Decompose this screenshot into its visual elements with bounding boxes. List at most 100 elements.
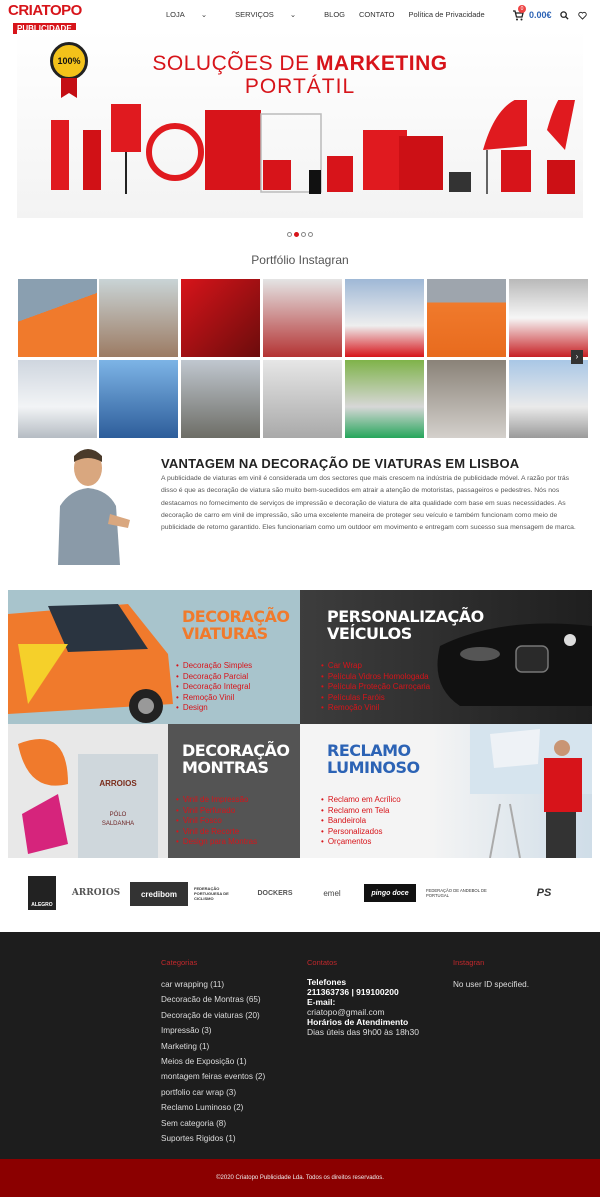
tile-list-item[interactable]: Decoração Integral <box>176 682 252 693</box>
nav-loja[interactable]: LOJA ⌄ <box>166 10 221 22</box>
instagram-post[interactable] <box>427 360 506 438</box>
montras-sign-line2: PÓLO <box>110 811 127 818</box>
service-tile-decoracao-viaturas[interactable]: DECORAÇÃOVIATURAS Decoração Simples Deco… <box>8 590 300 724</box>
instagram-post[interactable] <box>509 279 588 357</box>
tile-list-item[interactable]: Bandeirola <box>321 816 401 827</box>
smiling-man-image <box>58 449 130 565</box>
main-nav: LOJA ⌄ SERVIÇOS ⌄ BLOG CONTATO Política … <box>166 10 499 22</box>
tile-list: Vinil de Impressão Vinil Perfurado Vinil… <box>176 795 257 848</box>
hero-title-line2: PORTÁTIL <box>244 75 356 98</box>
wishlist-heart-icon[interactable] <box>578 11 587 20</box>
instagram-post[interactable] <box>18 360 97 438</box>
instagram-post[interactable] <box>263 279 342 357</box>
footer-contact-block: Telefones 211363736 | 919100200 E-mail: … <box>307 977 419 1037</box>
partner-logo-alegro: ALEGRO <box>28 876 56 910</box>
tile-list-item[interactable]: Remoção Vinil <box>176 693 252 704</box>
hours-label: Horários de Atendimento <box>307 1017 409 1027</box>
instagram-post[interactable] <box>18 279 97 357</box>
tile-list-item[interactable]: Vinil Fosco <box>176 816 257 827</box>
tile-list-item[interactable]: Película Proteção Carroçaria <box>321 682 430 693</box>
montras-sign-line3: SALDANHA <box>102 821 134 827</box>
category-link[interactable]: Decoracão de Montras (65) <box>161 992 265 1007</box>
instagram-post[interactable] <box>345 360 424 438</box>
site-footer: Categorias car wrapping (11) Decoracão d… <box>0 932 600 1159</box>
tile-list-item[interactable]: Design <box>176 703 252 714</box>
category-link[interactable]: Decoração de viaturas (20) <box>161 1008 265 1023</box>
tile-list-item[interactable]: Vinil Perfurado <box>176 806 257 817</box>
slider-dot[interactable] <box>287 232 292 237</box>
category-link[interactable]: Marketing (1) <box>161 1039 265 1054</box>
logo-wordmark: CRIATOPO <box>8 2 82 19</box>
tile-list-item[interactable]: Car Wrap <box>321 661 430 672</box>
instagram-post[interactable] <box>509 360 588 438</box>
tile-title: DECORAÇÃO VIATURAS <box>182 607 290 643</box>
grid-next-arrow[interactable]: › <box>571 350 583 364</box>
instagram-post[interactable] <box>181 279 260 357</box>
vantagem-title: VANTAGEM NA DECORAÇÃO DE VIATURAS EM LIS… <box>161 456 520 471</box>
copyright-bar: ©2020 Criatopo Publicidade Lda. Todos os… <box>0 1159 600 1197</box>
nav-privacidade[interactable]: Política de Privacidade <box>408 10 484 22</box>
page: CRIATOPO PUBLICIDADE LOJA ⌄ SERVIÇOS ⌄ B… <box>0 0 600 1197</box>
tile-list: Decoração Simples Decoração Parcial Deco… <box>176 661 252 714</box>
tile-list-item[interactable]: Película Vidros Homologada <box>321 672 430 683</box>
email-value[interactable]: criatopo@gmail.com <box>307 1007 419 1017</box>
category-link[interactable]: car wrapping (11) <box>161 977 265 992</box>
service-tile-decoracao-montras[interactable]: ARROIOS PÓLO SALDANHA DECORAÇÃOMONTRAS V… <box>8 724 300 858</box>
nav-blog[interactable]: BLOG <box>324 10 345 22</box>
category-link[interactable]: Sem categoria (8) <box>161 1116 265 1131</box>
tile-list-item[interactable]: Design para Montras <box>176 837 257 848</box>
instagram-post[interactable] <box>345 279 424 357</box>
nav-contato[interactable]: CONTATO <box>359 10 394 22</box>
tile-list-item[interactable]: Reclamo em Tela <box>321 806 401 817</box>
footer-contacts: Contatos Telefones 211363736 | 919100200… <box>307 958 419 1037</box>
partner-logo-pingo-doce: pingo doce <box>364 884 416 902</box>
category-link[interactable]: Meios de Exposição (1) <box>161 1054 265 1069</box>
chevron-down-icon: ⌄ <box>200 10 208 19</box>
tile-list-item[interactable]: Reclamo em Acrílico <box>321 795 401 806</box>
site-logo[interactable]: CRIATOPO PUBLICIDADE <box>8 2 82 34</box>
portfolio-title: Portfólio Instagran <box>251 253 349 267</box>
instagram-post[interactable] <box>99 279 178 357</box>
footer-categories-title: Categorias <box>161 958 198 967</box>
partner-logo-ps: PS <box>536 887 552 899</box>
category-link[interactable]: Suportes Rigidos (1) <box>161 1131 265 1146</box>
hours-value: Dias úteis das 9h00 às 18h30 <box>307 1027 419 1037</box>
partner-logo-fap: FEDERAÇÃO DE ANDEBOL DE PORTUGAL <box>426 888 487 898</box>
category-link[interactable]: Reclamo Luminoso (2) <box>161 1100 265 1115</box>
tile-title: RECLAMO LUMINOSO <box>327 741 420 777</box>
instagram-post[interactable] <box>427 279 506 357</box>
tile-list-item[interactable]: Vinil de Impressão <box>176 795 257 806</box>
category-link[interactable]: montagem feiras eventos (2) <box>161 1069 265 1084</box>
partner-logo-emel: emel <box>323 888 341 898</box>
tile-list-item[interactable]: Películas Faróis <box>321 693 430 704</box>
service-tile-personalizacao-veiculos[interactable]: PERSONALIZAÇÃOVEÍCULOS Car Wrap Película… <box>300 590 592 724</box>
tile-list-item[interactable]: Remoção Vinil <box>321 703 430 714</box>
van-image <box>8 604 173 723</box>
slider-dot[interactable] <box>308 232 313 237</box>
partner-logo-fpc: FEDERAÇÃO PORTUGUESA DE CICLISMO <box>194 885 229 901</box>
shop-window-image: ARROIOS PÓLO SALDANHA <box>8 724 168 858</box>
instagram-grid <box>17 279 588 438</box>
tile-list-item[interactable]: Decoração Simples <box>176 661 252 672</box>
nav-servicos[interactable]: SERVIÇOS ⌄ <box>235 10 310 22</box>
tile-list-item[interactable]: Vinil de Recorte <box>176 827 257 838</box>
search-icon[interactable] <box>560 11 569 20</box>
cart-total[interactable]: 0.00€ <box>529 10 552 20</box>
slider-dot-active[interactable] <box>294 232 299 237</box>
tile-list-item[interactable]: Orçamentos <box>321 837 401 848</box>
category-link[interactable]: portfolio car wrap (3) <box>161 1085 265 1100</box>
service-tile-reclamo-luminoso[interactable]: RECLAMOLUMINOSO Reclamo em Acrílico Recl… <box>300 724 592 858</box>
category-link[interactable]: Impressão (3) <box>161 1023 265 1038</box>
phone-value[interactable]: 211363736 | 919100200 <box>307 987 399 997</box>
phone-label: Telefones <box>307 977 347 987</box>
instagram-post[interactable] <box>99 360 178 438</box>
slider-dot[interactable] <box>301 232 306 237</box>
footer-contacts-title: Contatos <box>307 958 338 967</box>
instagram-post[interactable] <box>263 360 342 438</box>
tile-list-item[interactable]: Decoração Parcial <box>176 672 252 683</box>
tile-list-item[interactable]: Personalizados <box>321 827 401 838</box>
hero-slider[interactable]: 100% SOLUÇÕES DE MARKETING PORTÁTIL <box>17 30 583 218</box>
partner-logo-credibom: credibom <box>130 882 188 906</box>
instagram-post[interactable] <box>181 360 260 438</box>
tile-list: Reclamo em Acrílico Reclamo em Tela Band… <box>321 795 401 848</box>
